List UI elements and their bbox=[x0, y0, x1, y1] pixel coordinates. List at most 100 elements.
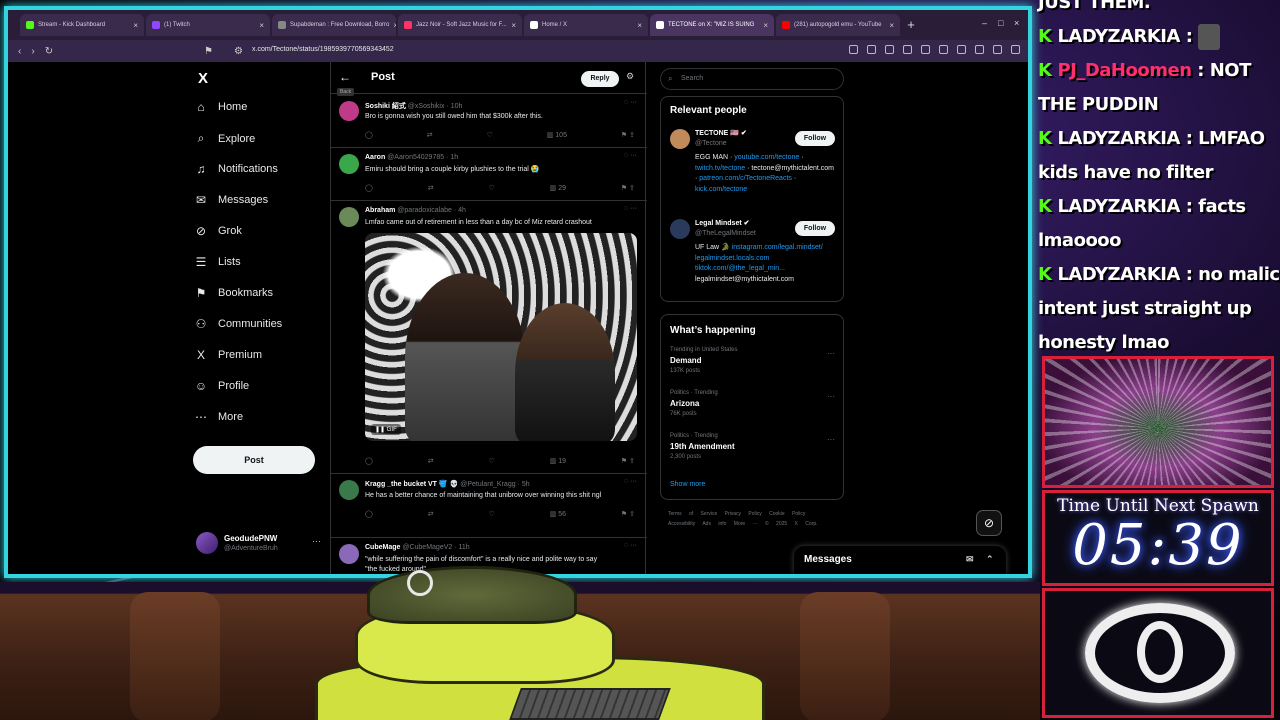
bio-link[interactable]: youtube.com/tectone bbox=[734, 154, 799, 161]
extension-icon[interactable] bbox=[885, 45, 894, 54]
sidebar-item-grok[interactable]: ⊘ Grok bbox=[194, 224, 242, 238]
new-tab-button[interactable]: + bbox=[902, 16, 920, 34]
avatar[interactable] bbox=[339, 101, 359, 121]
bookmark-icon[interactable]: ⚑ bbox=[621, 132, 629, 139]
avatar[interactable] bbox=[339, 480, 359, 500]
account-switcher[interactable]: GeodudePNW @AdventureBruh ··· bbox=[196, 532, 326, 558]
sidebar-item-lists[interactable]: ☰ Lists bbox=[194, 255, 241, 269]
post-menu-icon[interactable]: ◌ ··· bbox=[624, 478, 637, 485]
extension-icon[interactable] bbox=[903, 45, 912, 54]
bookmark-icon[interactable]: ⚑ bbox=[621, 511, 629, 518]
footer-links[interactable]: Terms of Service Privacy Policy Cookie P… bbox=[668, 510, 838, 529]
tab-0[interactable]: Stream - Kick Dashboard × bbox=[20, 14, 144, 36]
close-tab-icon[interactable]: × bbox=[133, 21, 138, 30]
reload-icon[interactable]: ↻ bbox=[45, 46, 53, 57]
post-author[interactable]: CubeMage @CubeMageV2 · 11h bbox=[365, 544, 470, 551]
trend-item[interactable]: Trending in United States Demand 137K post… bbox=[670, 347, 835, 374]
avatar[interactable] bbox=[670, 129, 690, 149]
more-dots-icon[interactable]: ··· bbox=[312, 536, 321, 546]
bookmark-icon[interactable]: ⚑ bbox=[621, 458, 629, 465]
more-dots-icon[interactable]: ··· bbox=[827, 349, 835, 358]
share-icon[interactable]: ⇪ bbox=[629, 458, 635, 465]
repost-icon[interactable]: ⇄ bbox=[428, 184, 434, 192]
reply-icon[interactable]: ◯ bbox=[365, 131, 373, 139]
gif-badge[interactable]: ❚❚ GIF bbox=[371, 424, 401, 435]
chevron-up-icon[interactable]: ⌃ bbox=[986, 554, 994, 565]
avatar[interactable] bbox=[339, 207, 359, 227]
bio-link[interactable]: tiktok.com/@the_legal_min... bbox=[695, 265, 785, 272]
extension-icon[interactable] bbox=[993, 45, 1002, 54]
person-name[interactable]: Legal Mindset ✔ bbox=[695, 219, 749, 227]
tab-1[interactable]: (1) Twitch × bbox=[146, 14, 270, 36]
close-window-icon[interactable]: × bbox=[1014, 18, 1019, 28]
more-dots-icon[interactable]: ··· bbox=[827, 392, 835, 401]
show-more-link[interactable]: Show more bbox=[670, 481, 705, 488]
bio-link[interactable]: legalmindset.locals.com bbox=[695, 255, 769, 262]
like-icon[interactable]: ♡ bbox=[487, 131, 493, 139]
sidebar-item-communities[interactable]: ⚇ Communities bbox=[194, 317, 283, 331]
share-icon[interactable]: ⇪ bbox=[629, 511, 635, 518]
url-text[interactable]: x.com/Tectone/status/1985939770569343452 bbox=[252, 46, 394, 53]
back-arrow-icon[interactable]: ← bbox=[339, 70, 351, 84]
avatar[interactable] bbox=[670, 219, 690, 239]
bio-link[interactable]: twitch.tv/tectone bbox=[695, 165, 745, 172]
site-info-icon[interactable]: ⚙ bbox=[234, 46, 243, 57]
tab-6[interactable]: (281) autopogold emu - YouTube × bbox=[776, 14, 900, 36]
close-tab-icon[interactable]: × bbox=[511, 21, 516, 30]
follow-button[interactable]: Follow bbox=[795, 131, 835, 146]
post-button[interactable]: Post bbox=[193, 446, 315, 474]
reply-post[interactable]: Soshiki 紹式 @xSoshikix · 10h ◌ ··· Bro is g… bbox=[331, 95, 647, 148]
like-icon[interactable]: ♡ bbox=[488, 510, 494, 518]
close-tab-icon[interactable]: × bbox=[763, 21, 768, 30]
sidebar-item-notifications[interactable]: ♫ Notifications bbox=[194, 162, 278, 176]
views-count[interactable]: ▥ 29 bbox=[550, 184, 566, 192]
sidebar-item-premium[interactable]: X Premium bbox=[194, 348, 262, 362]
forward-nav-icon[interactable]: › bbox=[31, 46, 34, 57]
reply-icon[interactable]: ◯ bbox=[365, 184, 373, 192]
reply-icon[interactable]: ◯ bbox=[365, 510, 373, 518]
avatar[interactable] bbox=[339, 154, 359, 174]
bio-link[interactable]: kick.com/tectone bbox=[695, 186, 747, 193]
maximize-icon[interactable]: □ bbox=[998, 18, 1003, 28]
sidebar-item-home[interactable]: ⌂ Home bbox=[194, 100, 247, 114]
extension-icon[interactable] bbox=[867, 45, 876, 54]
extension-icon[interactable] bbox=[849, 45, 858, 54]
sidebar-item-profile[interactable]: ☺ Profile bbox=[194, 379, 249, 393]
search-input[interactable]: ⌕ Search bbox=[660, 68, 844, 90]
close-tab-icon[interactable]: × bbox=[889, 21, 894, 30]
gif-media[interactable]: ❚❚ GIF bbox=[365, 233, 637, 441]
bookmark-page-icon[interactable]: ⚑ bbox=[204, 46, 213, 57]
close-tab-icon[interactable]: × bbox=[393, 21, 396, 30]
post-menu-icon[interactable]: ◌ ··· bbox=[624, 152, 637, 159]
tab-3[interactable]: Jazz Noir - Soft Jazz Music for F... × bbox=[398, 14, 522, 36]
post-author[interactable]: Abraham @paradoxicalabe · 4h bbox=[365, 207, 466, 214]
bio-link[interactable]: patreon.com/c/TectoneReacts bbox=[699, 175, 792, 182]
messages-drawer[interactable]: Messages ✉ ⌃ bbox=[794, 546, 1006, 574]
post-author[interactable]: Kragg _the bucket VT 🪣 💀 @Petulant_Kragg… bbox=[365, 480, 530, 488]
grok-button[interactable]: ⊘ bbox=[976, 510, 1002, 536]
compose-message-icon[interactable]: ✉ bbox=[966, 554, 974, 565]
post-menu-icon[interactable]: ◌ ··· bbox=[624, 205, 637, 212]
reply-post[interactable]: Kragg _the bucket VT 🪣 💀 @Petulant_Kragg… bbox=[331, 474, 647, 538]
sidebar-item-bookmarks[interactable]: ⚑ Bookmarks bbox=[194, 286, 273, 300]
repost-icon[interactable]: ⇄ bbox=[427, 131, 433, 139]
share-icon[interactable]: ⇪ bbox=[629, 185, 635, 192]
x-logo-icon[interactable]: X bbox=[198, 70, 208, 87]
reply-button[interactable]: Reply bbox=[581, 71, 619, 87]
like-icon[interactable]: ♡ bbox=[488, 457, 494, 465]
sidebar-item-explore[interactable]: ⌕ Explore bbox=[194, 131, 256, 146]
post-author[interactable]: Aaron @Aaron54029785 · 1h bbox=[365, 154, 458, 161]
filter-icon[interactable]: ⚙ bbox=[626, 71, 634, 82]
sidebar-item-messages[interactable]: ✉ Messages bbox=[194, 193, 268, 207]
follow-button[interactable]: Follow bbox=[795, 221, 835, 236]
extension-icon[interactable] bbox=[921, 45, 930, 54]
close-tab-icon[interactable]: × bbox=[259, 21, 264, 30]
person-name[interactable]: TECTONE 🇺🇸 ✔ bbox=[695, 129, 747, 137]
close-tab-icon[interactable]: × bbox=[637, 21, 642, 30]
minimize-icon[interactable]: – bbox=[982, 18, 987, 28]
share-icon[interactable]: ⇪ bbox=[629, 132, 635, 139]
extension-icon[interactable] bbox=[975, 45, 984, 54]
tab-2[interactable]: Supabdeman : Free Download, Borro × bbox=[272, 14, 396, 36]
trend-item[interactable]: Politics · Trending 19th Amendment 2,300 p… bbox=[670, 433, 835, 460]
tab-4[interactable]: Home / X × bbox=[524, 14, 648, 36]
